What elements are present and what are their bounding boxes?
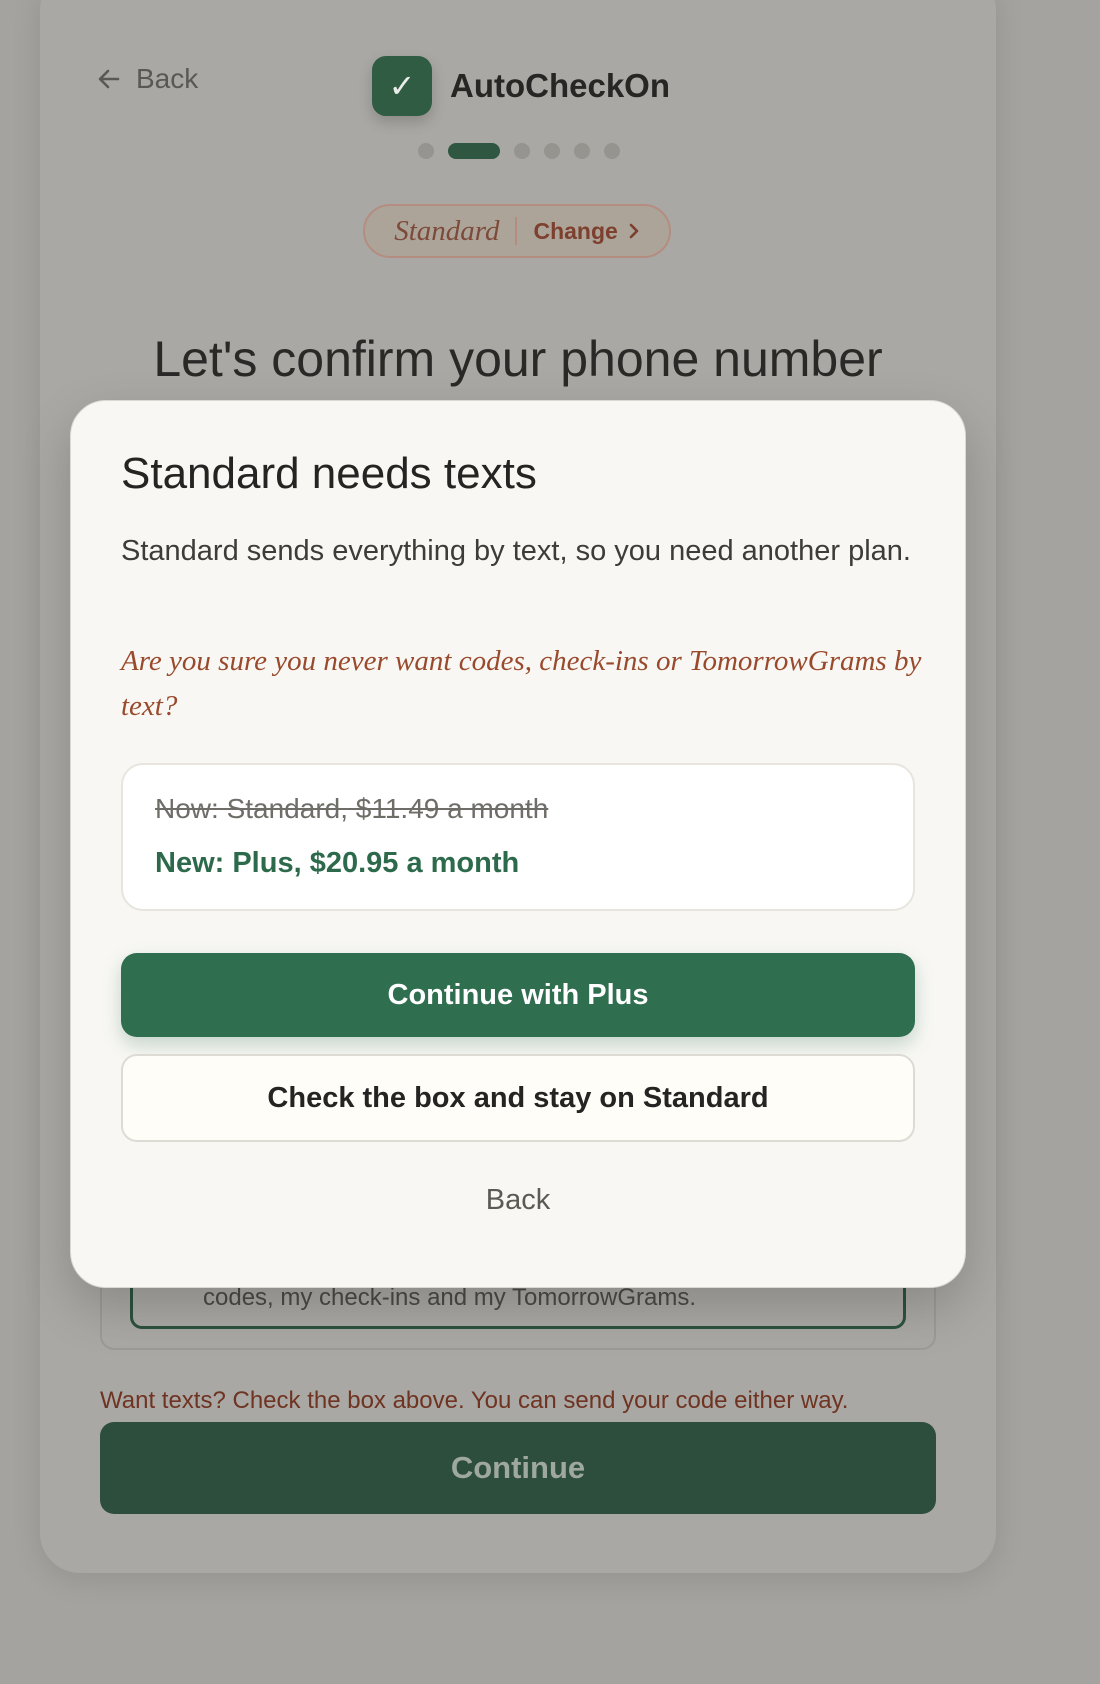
current-plan-name: Standard [394, 214, 500, 247]
app-name: AutoCheckOn [450, 67, 671, 104]
pill-divider [515, 217, 518, 245]
continue-button[interactable]: Continue [100, 1422, 936, 1514]
step-indicator [418, 143, 620, 159]
page-title: Let's confirm your phone number [153, 331, 883, 387]
step-dot-active [448, 143, 500, 159]
dialog-description: Standard sends everything by text, so yo… [121, 535, 911, 567]
price-comparison: Now: Standard, $11.49 a month New: Plus,… [121, 763, 915, 911]
back-link-label: Back [136, 63, 199, 94]
chevron-right-icon [629, 223, 639, 239]
step-dot [514, 143, 530, 159]
texts-hint: Want texts? Check the box above. You can… [100, 1387, 849, 1414]
step-dot [604, 143, 620, 159]
checkmark-icon: ✓ [372, 56, 432, 116]
step-dot [544, 143, 560, 159]
step-dot [574, 143, 590, 159]
change-plan-label: Change [533, 217, 618, 244]
text-consent-label: codes, my check-ins and my TomorrowGrams… [203, 1284, 697, 1311]
plan-change-pill[interactable]: Standard Change [363, 204, 671, 258]
new-price: New: Plus, $20.95 a month [155, 847, 520, 879]
plan-warning-dialog: Standard needs texts Standard sends ever… [70, 400, 966, 1288]
dialog-title: Standard needs texts [121, 449, 537, 498]
stay-on-standard-button[interactable]: Check the box and stay on Standard [121, 1054, 915, 1142]
step-dot [418, 143, 434, 159]
continue-with-plus-button[interactable]: Continue with Plus [121, 953, 915, 1037]
arrow-left-icon [98, 69, 120, 89]
app-logo: ✓ AutoCheckOn [372, 56, 670, 116]
back-link[interactable]: Back [96, 62, 198, 96]
change-plan-link[interactable]: Change [533, 218, 639, 245]
dialog-warning: Are you sure you never want codes, check… [121, 645, 922, 722]
old-price: Now: Standard, $11.49 a month [155, 793, 549, 824]
dialog-back-button[interactable]: Back [121, 1177, 915, 1223]
